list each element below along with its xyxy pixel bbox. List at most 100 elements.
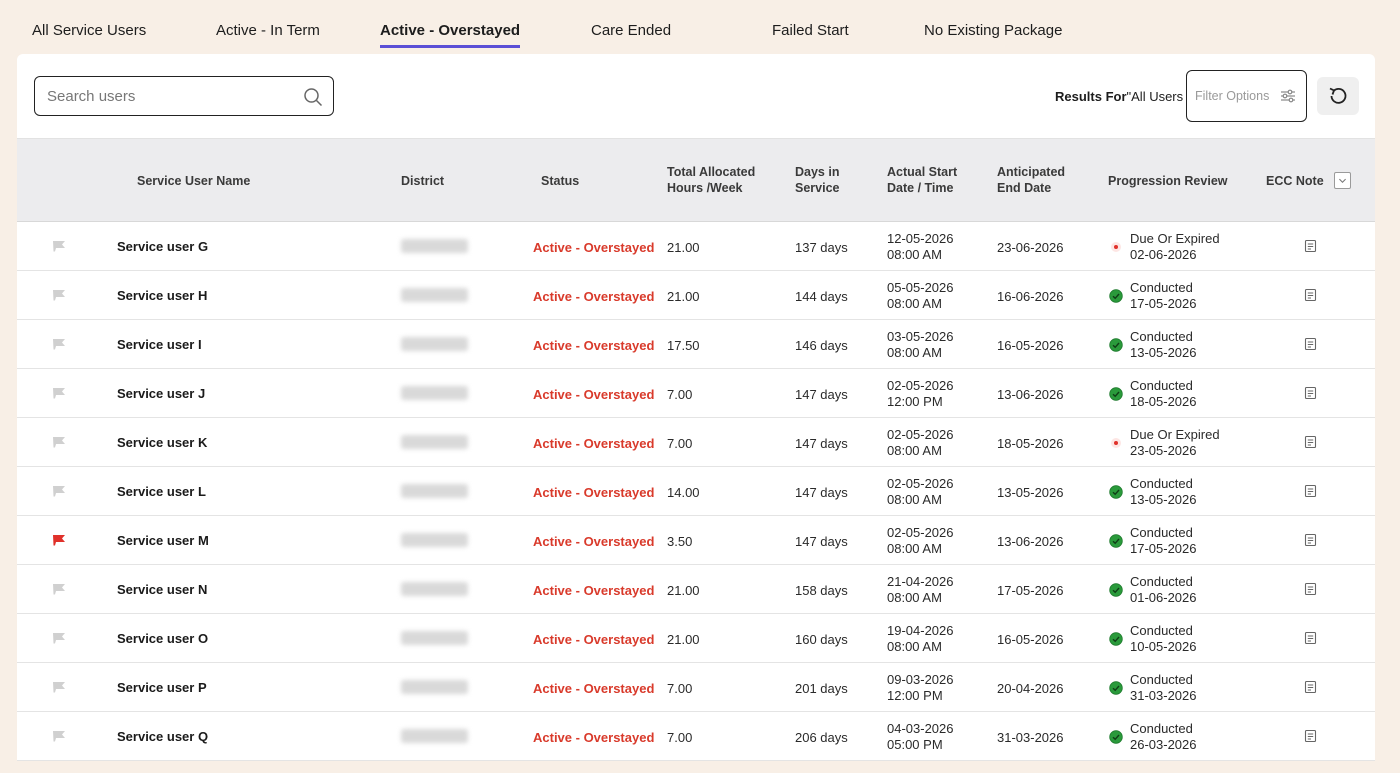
review-date: 13-05-2026 bbox=[1130, 345, 1197, 360]
note-icon[interactable] bbox=[1304, 337, 1318, 351]
hours-value: 3.50 bbox=[667, 534, 693, 549]
status-badge: Active - Overstayed bbox=[533, 338, 655, 353]
flag-icon[interactable] bbox=[52, 485, 66, 497]
service-user-name[interactable]: Service user Q bbox=[117, 729, 208, 744]
flag-icon[interactable] bbox=[52, 632, 66, 644]
note-icon[interactable] bbox=[1304, 582, 1318, 596]
table-row[interactable]: Service user M Active - Overstayed 3.50 … bbox=[17, 516, 1375, 565]
check-circle-icon bbox=[1109, 289, 1123, 303]
start-date: 04-03-2026 bbox=[887, 721, 954, 736]
review-label: Conducted bbox=[1130, 574, 1193, 589]
col-status[interactable]: Status bbox=[541, 173, 579, 189]
service-user-name[interactable]: Service user G bbox=[117, 239, 208, 254]
table-row[interactable]: Service user I Active - Overstayed 17.50… bbox=[17, 320, 1375, 369]
tab-active-overstayed[interactable]: Active - Overstayed bbox=[380, 22, 521, 48]
col-actual-start[interactable]: Actual Start Date / Time bbox=[887, 164, 957, 196]
start-time: 08:00 AM bbox=[887, 541, 942, 556]
table-row[interactable]: Service user H Active - Overstayed 21.00… bbox=[17, 271, 1375, 320]
flag-icon[interactable] bbox=[52, 240, 66, 252]
note-icon[interactable] bbox=[1304, 533, 1318, 547]
days-value: 144 days bbox=[795, 289, 848, 304]
service-user-name[interactable]: Service user J bbox=[117, 386, 205, 401]
status-badge: Active - Overstayed bbox=[533, 583, 655, 598]
start-datetime: 05-05-2026 08:00 AM bbox=[887, 280, 954, 312]
service-user-name[interactable]: Service user M bbox=[117, 533, 209, 548]
flag-icon[interactable] bbox=[52, 681, 66, 693]
start-time: 12:00 PM bbox=[887, 688, 943, 703]
district-value-redacted bbox=[401, 435, 468, 449]
table-row[interactable]: Service user L Active - Overstayed 14.00… bbox=[17, 467, 1375, 516]
flag-icon[interactable] bbox=[52, 289, 66, 301]
note-icon[interactable] bbox=[1304, 680, 1318, 694]
note-icon[interactable] bbox=[1304, 729, 1318, 743]
service-user-name[interactable]: Service user O bbox=[117, 631, 208, 646]
filter-options-label: Filter Options bbox=[1195, 89, 1270, 103]
status-badge: Active - Overstayed bbox=[533, 289, 655, 304]
col-days-in-service[interactable]: Days in Service bbox=[795, 164, 839, 196]
progression-review: Due Or Expired 23-05-2026 bbox=[1130, 427, 1220, 459]
end-date: 16-05-2026 bbox=[997, 632, 1064, 647]
search-box bbox=[34, 76, 334, 116]
end-date: 23-06-2026 bbox=[997, 240, 1064, 255]
results-label: Results For bbox=[1055, 89, 1127, 104]
refresh-button[interactable] bbox=[1317, 77, 1359, 115]
col-district[interactable]: District bbox=[401, 173, 444, 189]
flag-icon[interactable] bbox=[52, 534, 66, 546]
district-value-redacted bbox=[401, 631, 468, 645]
service-user-name[interactable]: Service user H bbox=[117, 288, 207, 303]
note-icon[interactable] bbox=[1304, 631, 1318, 645]
filter-options-button[interactable]: Filter Options bbox=[1186, 70, 1307, 122]
search-input[interactable] bbox=[47, 85, 297, 107]
note-icon[interactable] bbox=[1304, 288, 1318, 302]
service-user-name[interactable]: Service user P bbox=[117, 680, 207, 695]
col-anticipated-end[interactable]: Anticipated End Date bbox=[997, 164, 1065, 196]
table-row[interactable]: Service user G Active - Overstayed 21.00… bbox=[17, 222, 1375, 271]
table-row[interactable]: Service user O Active - Overstayed 21.00… bbox=[17, 614, 1375, 663]
chevron-down-icon bbox=[1339, 178, 1346, 184]
review-label: Conducted bbox=[1130, 476, 1193, 491]
tab-care-ended[interactable]: Care Ended bbox=[591, 22, 671, 47]
ecc-column-dropdown[interactable] bbox=[1334, 172, 1351, 189]
note-icon[interactable] bbox=[1304, 239, 1318, 253]
table-row[interactable]: Service user Q Active - Overstayed 7.00 … bbox=[17, 712, 1375, 761]
col-service-user-name[interactable]: Service User Name bbox=[137, 173, 250, 189]
start-date: 02-05-2026 bbox=[887, 476, 954, 491]
tab-failed-start[interactable]: Failed Start bbox=[772, 22, 849, 47]
status-badge: Active - Overstayed bbox=[533, 632, 655, 647]
start-time: 08:00 AM bbox=[887, 492, 942, 507]
table-row[interactable]: Service user P Active - Overstayed 7.00 … bbox=[17, 663, 1375, 712]
end-date: 13-05-2026 bbox=[997, 485, 1064, 500]
note-icon[interactable] bbox=[1304, 484, 1318, 498]
tab-active-in-term[interactable]: Active - In Term bbox=[216, 22, 320, 47]
flag-icon[interactable] bbox=[52, 583, 66, 595]
table-row[interactable]: Service user J Active - Overstayed 7.00 … bbox=[17, 369, 1375, 418]
review-label: Conducted bbox=[1130, 623, 1193, 638]
review-label: Conducted bbox=[1130, 672, 1193, 687]
service-user-name[interactable]: Service user K bbox=[117, 435, 207, 450]
col-ecc-note[interactable]: ECC Note bbox=[1266, 173, 1324, 189]
table-row[interactable]: Service user N Active - Overstayed 21.00… bbox=[17, 565, 1375, 614]
flag-icon[interactable] bbox=[52, 387, 66, 399]
tab-no-existing-package[interactable]: No Existing Package bbox=[924, 22, 1062, 47]
review-date: 23-05-2026 bbox=[1130, 443, 1197, 458]
flag-icon[interactable] bbox=[52, 436, 66, 448]
progression-review: Conducted 10-05-2026 bbox=[1130, 623, 1197, 655]
review-date: 17-05-2026 bbox=[1130, 296, 1197, 311]
flag-icon[interactable] bbox=[52, 338, 66, 350]
tab-all-service-users[interactable]: All Service Users bbox=[32, 22, 146, 47]
progression-review: Conducted 01-06-2026 bbox=[1130, 574, 1197, 606]
col-total-hours[interactable]: Total Allocated Hours /Week bbox=[667, 164, 755, 196]
search-icon[interactable] bbox=[303, 87, 323, 107]
days-value: 160 days bbox=[795, 632, 848, 647]
refresh-icon bbox=[1329, 87, 1347, 104]
col-progression-review[interactable]: Progression Review bbox=[1108, 173, 1228, 189]
note-icon[interactable] bbox=[1304, 386, 1318, 400]
note-icon[interactable] bbox=[1304, 435, 1318, 449]
review-label: Conducted bbox=[1130, 378, 1193, 393]
end-date: 16-06-2026 bbox=[997, 289, 1064, 304]
service-user-name[interactable]: Service user N bbox=[117, 582, 207, 597]
table-row[interactable]: Service user K Active - Overstayed 7.00 … bbox=[17, 418, 1375, 467]
service-user-name[interactable]: Service user I bbox=[117, 337, 202, 352]
service-user-name[interactable]: Service user L bbox=[117, 484, 206, 499]
flag-icon[interactable] bbox=[52, 730, 66, 742]
